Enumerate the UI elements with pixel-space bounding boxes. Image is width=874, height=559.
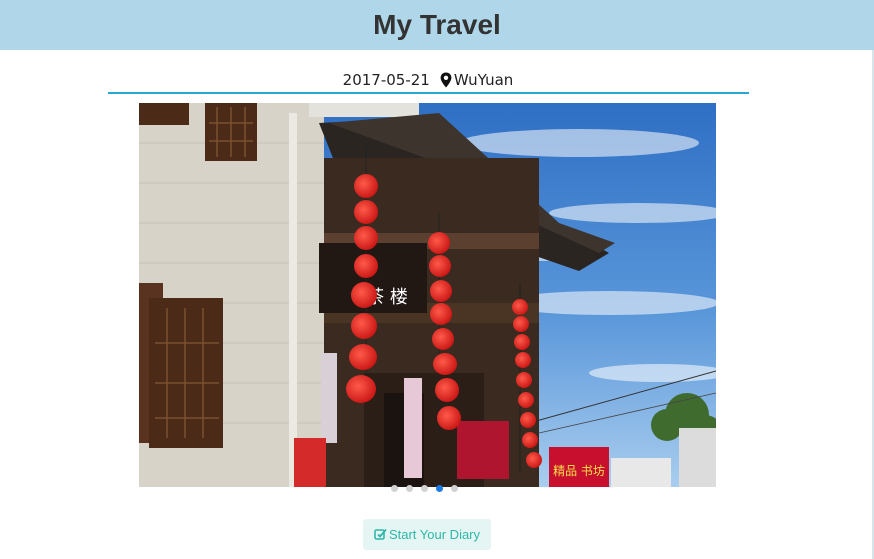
carousel-indicators	[391, 485, 458, 493]
post-meta: 2017-05-21 WuYuan	[108, 66, 748, 94]
map-marker-icon	[440, 72, 452, 88]
carousel-dot[interactable]	[391, 485, 398, 492]
post-location: WuYuan	[453, 71, 514, 89]
carousel-dot-active[interactable]	[436, 485, 443, 492]
carousel-dot[interactable]	[406, 485, 413, 492]
app-header: My Travel	[0, 0, 874, 50]
edit-icon	[374, 528, 387, 541]
meta-divider	[108, 92, 749, 94]
travel-photo[interactable]: 茶 楼 精品 书坊	[139, 103, 716, 487]
carousel-dot[interactable]	[451, 485, 458, 492]
page: My Travel 2017-05-21 WuYuan 茶 楼 精品 书坊 St…	[0, 0, 874, 559]
post-date: 2017-05-21	[342, 71, 430, 89]
sign-text: 精品 书坊	[553, 463, 605, 478]
carousel-dot[interactable]	[421, 485, 428, 492]
start-diary-label: Start Your Diary	[388, 527, 481, 542]
page-title: My Travel	[373, 9, 501, 40]
start-diary-button[interactable]: Start Your Diary	[363, 519, 491, 550]
